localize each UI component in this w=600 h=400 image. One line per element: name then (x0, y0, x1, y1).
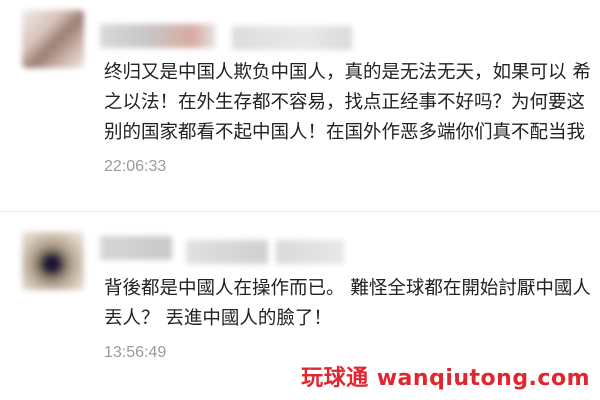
comment-text: 背後都是中國人在操作而已。 難怪全球都在開始討厭中國人 丟人？ 丟進中國人的臉了… (104, 274, 600, 334)
site-watermark: 玩球通 wanqiutong.com (301, 366, 590, 391)
comment-text: 终归又是中国人欺负中国人，真的是无法无天，如果可以 希 之以法！在外生存都不容易… (104, 58, 600, 148)
avatar[interactable] (22, 232, 84, 290)
comment-line: 背後都是中國人在操作而已。 難怪全球都在開始討厭中國人 (104, 278, 591, 299)
user-meta-blurred (276, 240, 344, 264)
user-meta-blurred (186, 240, 268, 264)
comment-line: 终归又是中国人欺负中国人，真的是无法无天，如果可以 希 (104, 62, 591, 83)
comment-item-1: 终归又是中国人欺负中国人，真的是无法无天，如果可以 希 之以法！在外生存都不容易… (0, 0, 600, 206)
comment-line: 之以法！在外生存都不容易，找点正经事不好吗？为何要这 (104, 92, 586, 113)
comment-timestamp: 22:06:33 (104, 158, 167, 175)
comment-timestamp: 13:56:49 (104, 344, 167, 361)
comment-line: 丟人？ 丟進中國人的臉了！ (104, 308, 332, 329)
comment-divider (0, 211, 600, 212)
avatar[interactable] (22, 10, 84, 68)
user-meta-blurred (232, 26, 352, 50)
username-blurred[interactable] (100, 24, 216, 48)
comment-line: 别的国家都看不起中国人！在国外作恶多端你们真不配当我 (104, 122, 586, 143)
username-blurred[interactable] (100, 236, 172, 260)
